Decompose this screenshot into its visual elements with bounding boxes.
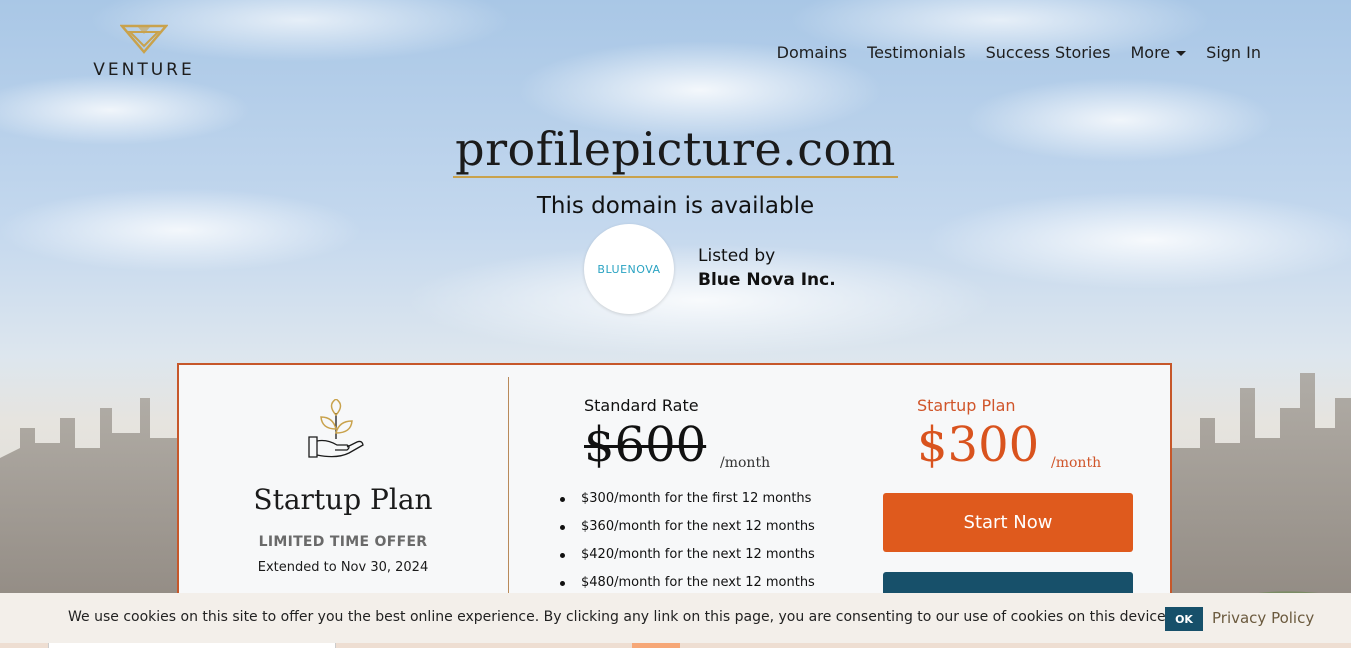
privacy-policy-link[interactable]: Privacy Policy bbox=[1212, 609, 1314, 627]
domain-title-wrap: profilepicture.com bbox=[0, 122, 1351, 178]
standard-rate-unit: /month bbox=[720, 455, 771, 471]
plan-title: Startup Plan bbox=[253, 483, 433, 516]
listed-by-label: Listed by bbox=[698, 246, 776, 266]
nav-more-label: More bbox=[1130, 43, 1171, 62]
footer-accent-edge bbox=[632, 643, 680, 648]
schedule-item: $420/month for the next 12 months bbox=[559, 547, 815, 575]
nav-domains[interactable]: Domains bbox=[777, 43, 847, 62]
top-nav: Domains Testimonials Success Stories Mor… bbox=[777, 43, 1261, 62]
schedule-item: $360/month for the next 12 months bbox=[559, 519, 815, 547]
domain-name: profilepicture.com bbox=[453, 122, 898, 178]
nav-more-dropdown[interactable]: More bbox=[1130, 43, 1187, 62]
limited-offer-label: LIMITED TIME OFFER bbox=[258, 534, 428, 550]
pricing-card: Startup Plan LIMITED TIME OFFER Extended… bbox=[177, 363, 1172, 623]
brand-name: VENTURE bbox=[93, 60, 195, 80]
cookie-ok-button[interactable]: OK bbox=[1165, 607, 1203, 631]
start-now-button[interactable]: Start Now bbox=[883, 493, 1133, 552]
card-divider bbox=[508, 377, 509, 617]
nav-testimonials[interactable]: Testimonials bbox=[867, 43, 966, 62]
cookie-banner: We use cookies on this site to offer you… bbox=[0, 593, 1351, 643]
footer-strip bbox=[0, 643, 1351, 648]
offer-extended-text: Extended to Nov 30, 2024 bbox=[257, 560, 429, 575]
seller-name: Blue Nova Inc. bbox=[698, 270, 836, 290]
standard-rate-price: $600 bbox=[584, 417, 707, 473]
cookie-message: We use cookies on this site to offer you… bbox=[68, 609, 1171, 625]
startup-plan-label: Startup Plan bbox=[917, 396, 1016, 415]
venture-logo[interactable]: VENTURE bbox=[88, 24, 200, 80]
nav-success-stories[interactable]: Success Stories bbox=[986, 43, 1111, 62]
footer-input-edge bbox=[48, 643, 336, 648]
seller-logo-text: BLUENOVA bbox=[597, 262, 661, 276]
availability-text: This domain is available bbox=[536, 193, 815, 219]
hand-plant-icon bbox=[308, 399, 364, 458]
seller-logo: BLUENOVA bbox=[584, 224, 674, 314]
standard-rate-label: Standard Rate bbox=[584, 396, 699, 415]
payment-schedule-list: $300/month for the first 12 months $360/… bbox=[559, 491, 815, 603]
chevron-down-icon bbox=[1176, 51, 1187, 56]
startup-plan-unit: /month bbox=[1051, 455, 1102, 471]
startup-plan-price: $300 bbox=[917, 417, 1040, 473]
venture-logo-icon bbox=[120, 24, 168, 54]
schedule-item: $300/month for the first 12 months bbox=[559, 491, 815, 519]
nav-sign-in[interactable]: Sign In bbox=[1206, 43, 1261, 62]
